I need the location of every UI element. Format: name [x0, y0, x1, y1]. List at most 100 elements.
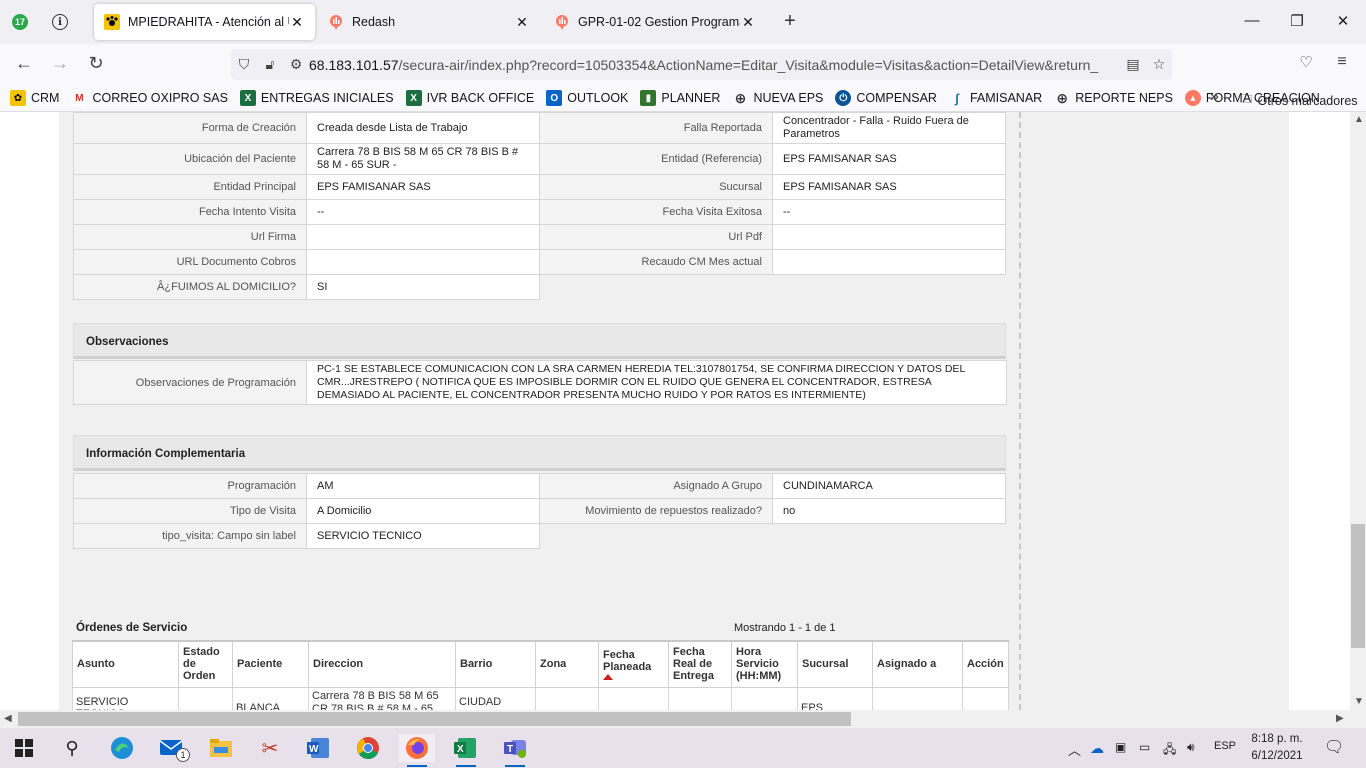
clock[interactable]: 8:18 p. m. 6/12/2021 [1242, 731, 1312, 765]
start-windows-icon[interactable] [6, 734, 42, 762]
field-label: Url Firma [73, 224, 307, 250]
shield-icon[interactable]: ⛉ [231, 56, 257, 73]
back-arrow-icon[interactable]: ← [12, 53, 36, 74]
bookmark-reporte-neps[interactable]: ⊕ REPORTE NEPS [1054, 90, 1173, 106]
menu-icon[interactable]: ≡ [1330, 53, 1354, 71]
table-row[interactable]: SERVICIO TECNICO BLANCA Carrera 78 B BIS… [72, 686, 1009, 710]
scroll-up-icon[interactable]: ▲ [1354, 114, 1364, 125]
cell-sucursal: EPS [797, 686, 873, 710]
bookmark-famisanar[interactable]: ʃ FAMISANAR [949, 90, 1042, 106]
file-explorer-icon[interactable] [203, 734, 239, 762]
col-header[interactable]: Asignado a [872, 640, 963, 688]
bookmark-ivr[interactable]: X IVR BACK OFFICE [405, 90, 534, 106]
field-value: A Domicilio [306, 498, 540, 524]
snipping-tool-icon[interactable]: ✂ [252, 734, 288, 762]
bookmark-compensar[interactable]: ⏻ COMPENSAR [835, 90, 937, 106]
chrome-icon[interactable] [350, 734, 386, 762]
field-value [306, 224, 540, 250]
close-tab-icon[interactable]: ✕ [740, 14, 756, 31]
col-header[interactable]: Sucursal [797, 640, 873, 688]
network-icon[interactable]: 🖧︎ [1163, 740, 1176, 761]
col-header[interactable]: Zona [535, 640, 599, 688]
battery-icon[interactable]: ▭ [1139, 740, 1150, 754]
vertical-scrollbar[interactable]: ▲ ▼ [1350, 112, 1366, 710]
cell-fecha-real [668, 686, 732, 710]
close-tab-icon[interactable]: ✕ [514, 14, 530, 31]
field-value: no [772, 498, 1006, 524]
excel-icon: X [405, 90, 422, 106]
col-header[interactable]: Paciente [232, 640, 309, 688]
field-label: Falla Reportada [539, 112, 773, 144]
pocket-icon[interactable]: ♡ [1294, 53, 1318, 71]
word-icon[interactable]: W [301, 734, 337, 762]
url-text[interactable]: 68.183.101.57/secura-air/index.php?recor… [309, 57, 1120, 73]
close-tab-icon[interactable]: ✕ [289, 14, 305, 31]
language-indicator[interactable]: ESP [1214, 740, 1236, 752]
horizontal-scroll-thumb[interactable] [18, 712, 851, 726]
volume-icon[interactable]: 🔊︎ [1187, 740, 1195, 755]
edge-icon[interactable] [104, 734, 140, 762]
folder-icon: 🗀 [1240, 92, 1253, 106]
forward-arrow-icon[interactable]: → [48, 53, 72, 74]
bookmarks-bar: ✿ CRM M CORREO OXIPRO SAS X ENTREGAS INICIA… [0, 85, 1366, 112]
col-header[interactable]: Direccion [308, 640, 456, 688]
mail-icon[interactable]: 1 [154, 734, 190, 762]
horizontal-scrollbar[interactable]: ◀ ▶ [0, 710, 1366, 728]
insecure-lock-icon[interactable]: 🔓︎ [257, 56, 283, 73]
reader-view-icon[interactable]: ▤ [1120, 56, 1146, 73]
crm-icon: ✿ [10, 90, 26, 106]
new-tab-button[interactable]: + [778, 10, 802, 33]
scroll-down-icon[interactable]: ▼ [1354, 696, 1364, 707]
col-header[interactable]: Estado de Orden [178, 640, 233, 688]
bookmark-outlook[interactable]: O OUTLOOK [546, 90, 628, 106]
field-label: Asignado A Grupo [539, 473, 773, 499]
cell-accion[interactable] [962, 686, 1009, 710]
field-label: Url Pdf [539, 224, 773, 250]
excel-icon[interactable]: X [448, 734, 484, 767]
bookmark-entregas[interactable]: X ENTREGAS INICIALES [239, 90, 394, 106]
device-icon[interactable]: ▣ [1115, 740, 1126, 754]
col-header-sorted[interactable]: Fecha Planeada [598, 640, 669, 688]
cell-asunto[interactable]: SERVICIO TECNICO [72, 686, 179, 710]
show-hidden-icons-icon[interactable]: ︿ [1068, 740, 1081, 759]
bookmark-crm[interactable]: ✿ CRM [10, 90, 59, 106]
firefox-icon[interactable] [399, 734, 435, 767]
page-content: Forma de Creación Creada desde Lista de … [0, 112, 1350, 710]
notifications-icon[interactable]: 🗨︎ [1324, 737, 1344, 757]
teams-icon[interactable]: T [497, 734, 533, 767]
permissions-icon[interactable]: ⚙ [283, 56, 309, 73]
bookmark-star-icon[interactable]: ☆ [1146, 56, 1172, 73]
more-bookmarks-icon[interactable]: » [1210, 88, 1219, 106]
tab-redash[interactable]: Redash ✕ [318, 4, 540, 40]
col-header[interactable]: Hora Servicio (HH:MM) [731, 640, 798, 688]
reload-icon[interactable]: ↻ [84, 53, 108, 74]
globe-icon: ⊕ [1056, 89, 1069, 106]
cell-estado [178, 686, 233, 710]
bookmark-correo[interactable]: M CORREO OXIPRO SAS [71, 90, 228, 106]
bookmark-planner[interactable]: ▮ PLANNER [640, 90, 720, 106]
scroll-left-icon[interactable]: ◀ [4, 713, 12, 724]
url-bar[interactable]: ⛉ 🔓︎ ⚙ 68.183.101.57/secura-air/index.ph… [231, 49, 1172, 80]
minimize-icon[interactable]: — [1242, 12, 1262, 29]
other-bookmarks[interactable]: 🗀 Otros marcadores [1240, 90, 1358, 111]
field-label: Fecha Intento Visita [73, 199, 307, 225]
field-label: Movimiento de repuestos realizado? [539, 498, 773, 524]
tab-gpr[interactable]: GPR-01-02 Gestion Programacic ✕ [544, 4, 766, 40]
bookmark-nueva-eps[interactable]: ⊕ NUEVA EPS [732, 90, 824, 106]
col-header[interactable]: Fecha Real de Entrega [668, 640, 732, 688]
restore-icon[interactable]: ❐ [1287, 12, 1307, 30]
field-label: Sucursal [539, 174, 773, 200]
tab-mpiedrahita[interactable]: MPIEDRAHITA - Atención al Usu ✕ [94, 4, 315, 40]
extension-icon[interactable]: 17 [8, 10, 32, 34]
info-icon[interactable]: i [48, 10, 72, 34]
onedrive-icon[interactable]: ☁ [1090, 740, 1104, 757]
col-header[interactable]: Asunto [72, 640, 179, 688]
scroll-right-icon[interactable]: ▶ [1336, 713, 1344, 724]
divider [1019, 112, 1021, 710]
vertical-scroll-thumb[interactable] [1351, 524, 1365, 648]
col-header[interactable]: Barrio [455, 640, 536, 688]
cell-paciente[interactable]: BLANCA [232, 686, 309, 710]
close-window-icon[interactable]: ✕ [1333, 12, 1353, 30]
search-icon[interactable]: ⚲ [54, 734, 90, 762]
svg-text:W: W [309, 744, 319, 755]
